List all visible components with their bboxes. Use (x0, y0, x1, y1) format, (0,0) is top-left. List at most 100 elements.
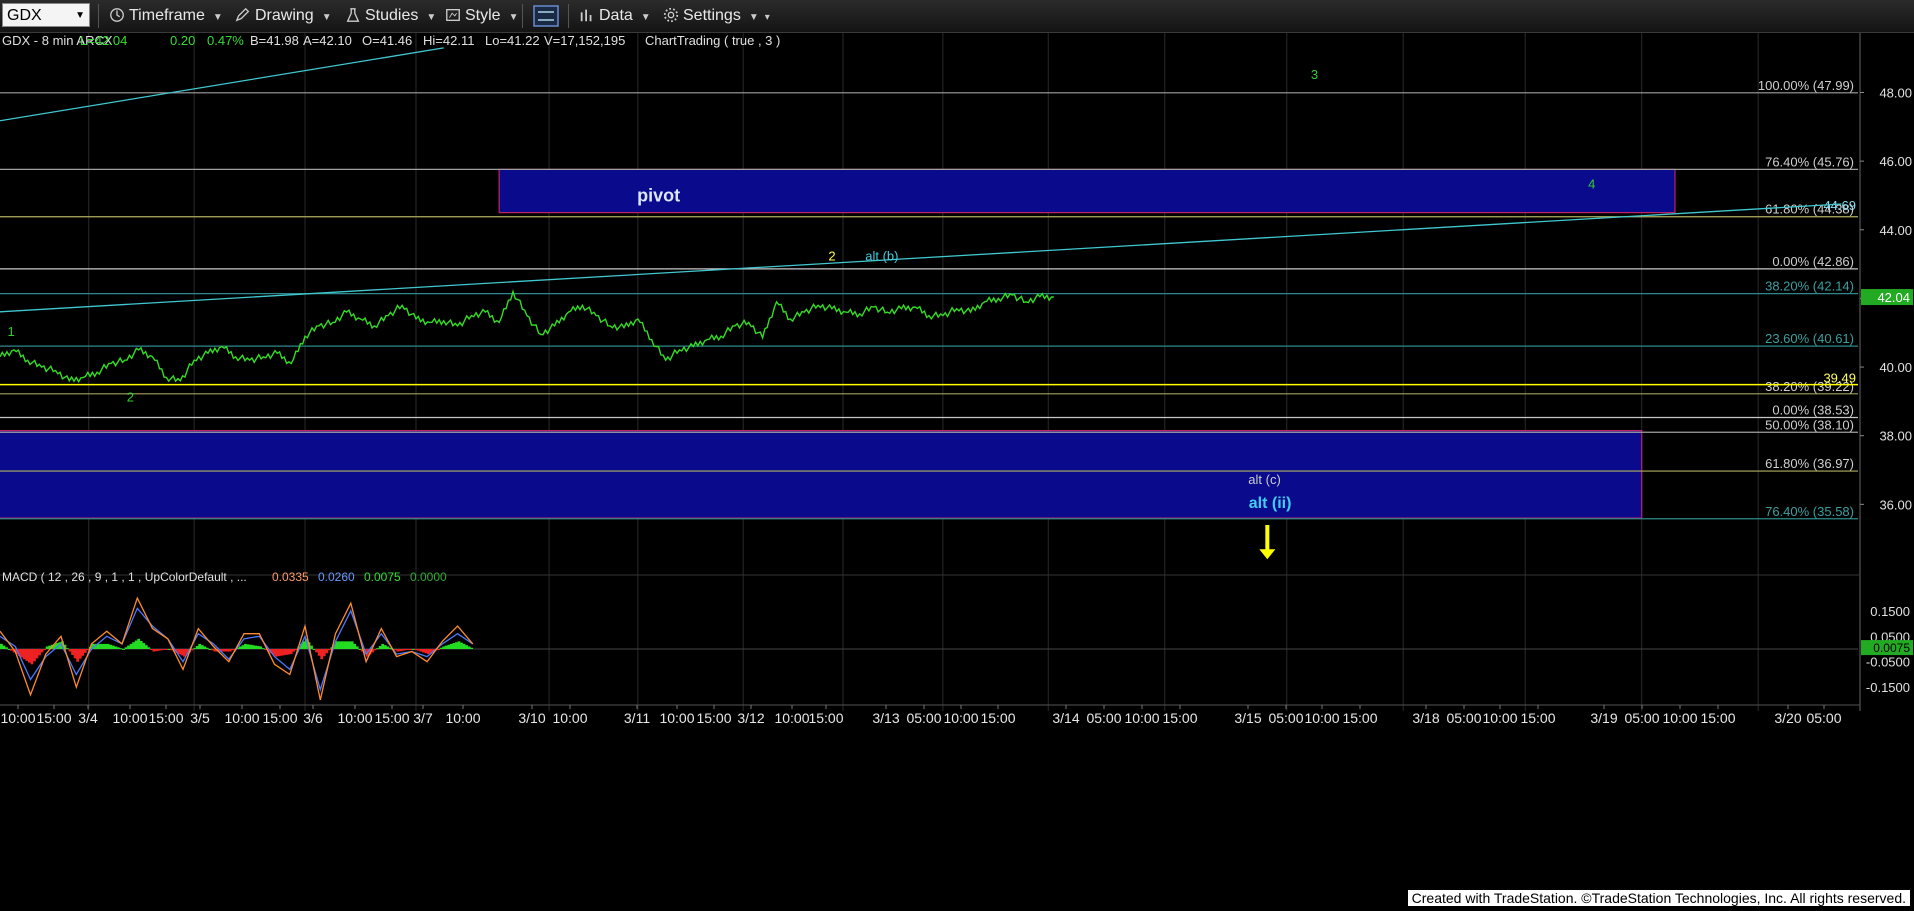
macd-histogram-bar (193, 648, 196, 650)
timeframe-menu[interactable]: Timeframe ▼ (108, 5, 223, 27)
symbol-label: GDX (7, 7, 42, 24)
header-ask: A=42.10 (303, 33, 352, 48)
macd-axis-label: -0.0500 (1866, 655, 1910, 670)
time-axis-label: 05:00 (1268, 710, 1303, 726)
time-axis-label: 05:00 (1624, 710, 1659, 726)
time-axis-label: 15:00 (1520, 710, 1555, 726)
style-menu[interactable]: Style ▼ (444, 5, 518, 27)
macd-histogram-bar (277, 649, 280, 657)
time-axis-label: 10:00 (1304, 710, 1339, 726)
macd-histogram-bar (119, 648, 123, 650)
copyright-footer: Created with TradeStation. ©TradeStation… (1407, 890, 1910, 906)
data-menu[interactable]: Data ▼ (578, 5, 651, 27)
fib-level-label: 50.00% (38.10) (1765, 417, 1854, 432)
macd-histogram-bar (401, 649, 405, 651)
macd-histogram-bar (27, 649, 31, 663)
wave-label: 2 (828, 249, 835, 264)
settings-menu[interactable]: Settings ▼ ▾ (662, 5, 770, 27)
time-axis-label: 10:00 (943, 710, 978, 726)
macd-histogram-bar (287, 649, 291, 655)
chevron-down-icon: ▼ (426, 12, 437, 23)
macd-histogram-bar (404, 649, 407, 651)
macd-histogram-bar (106, 643, 110, 649)
macd-histogram-bar (310, 645, 313, 649)
time-axis-label: 10:00 (112, 710, 147, 726)
macd-histogram-bar (427, 649, 430, 655)
time-axis-label: 10:00 (774, 710, 809, 726)
macd-histogram-bar (343, 641, 346, 649)
macd-histogram-bar (7, 649, 11, 650)
bar-chart-icon (580, 9, 592, 22)
macd-histogram-bar (442, 646, 446, 649)
symbol-selector[interactable]: GDX ▼ (2, 3, 90, 27)
clock-icon (110, 8, 124, 22)
macd-histogram-bar (261, 648, 265, 650)
macd-histogram-bar (282, 649, 285, 656)
time-axis-label: 15:00 (36, 710, 71, 726)
macd-histogram-bar (177, 649, 181, 655)
macd-histogram-bar (327, 649, 331, 651)
macd-histogram-bar (345, 641, 349, 649)
time-axis-label: 15:00 (808, 710, 843, 726)
layout-button[interactable] (532, 4, 560, 27)
macd-histogram-bar (25, 649, 29, 661)
time-axis-label: 10:00 (1662, 710, 1697, 726)
macd-histogram-bar (256, 646, 260, 649)
price-axis-label: 40.00 (1879, 360, 1912, 375)
chevron-down-icon: ▼ (321, 12, 332, 23)
macd-histogram-bar (292, 649, 296, 652)
macd-header-v3: 0.0075 (364, 570, 401, 584)
macd-histogram-bar (101, 643, 105, 649)
fib-level-label: 0.00% (42.86) (1772, 254, 1854, 269)
macd-histogram-bar (284, 649, 288, 655)
toolbar-divider (98, 4, 99, 28)
time-axis-label: 15:00 (148, 710, 183, 726)
style-icon (446, 9, 460, 21)
macd-histogram-bar (409, 649, 413, 650)
more-icon: ▾ (764, 12, 770, 23)
macd-histogram-bar (238, 646, 242, 649)
trendline-value-label: 44.69 (1823, 198, 1856, 213)
macd-histogram-bar (289, 649, 293, 655)
chevron-down-icon: ▼ (508, 12, 519, 23)
macd-histogram-bar (116, 647, 120, 649)
date-axis-label: 3/14 (1052, 710, 1079, 726)
macd-header-v2: 0.0260 (318, 570, 355, 584)
date-axis-label: 3/13 (872, 710, 899, 726)
macd-histogram-bar (414, 649, 418, 650)
macd-histogram-bar (73, 649, 77, 659)
macd-histogram-bar (411, 649, 415, 650)
macd-histogram-bar (45, 646, 49, 649)
macd-histogram-bar (251, 645, 255, 649)
data-label: Data (599, 7, 633, 24)
fib-level-label: 61.80% (36.97) (1765, 456, 1854, 471)
drawing-menu[interactable]: Drawing ▼ (234, 5, 332, 27)
macd-histogram-bar (340, 641, 344, 649)
price-axis-label: 48.00 (1879, 85, 1912, 100)
macd-histogram-bar (383, 645, 387, 649)
yellow-level-label: 39.49 (1823, 371, 1856, 386)
macd-histogram-bar (223, 649, 227, 652)
chevron-down-icon: ▼ (212, 12, 223, 23)
header-change-pct: 0.47% (207, 33, 244, 48)
studies-menu[interactable]: Studies ▼ (344, 5, 436, 27)
macd-axis-label: -0.1500 (1866, 680, 1910, 695)
fib-level-label: 76.40% (35.58) (1765, 504, 1854, 519)
last-price-label: 42.04 (1877, 290, 1910, 305)
macd-histogram-bar (71, 649, 74, 655)
macd-histogram-bar (470, 647, 474, 649)
time-axis-label: 15:00 (374, 710, 409, 726)
time-axis-label: 10:00 (337, 710, 372, 726)
header-high: Hi=42.11 (423, 33, 474, 48)
fib-level-label: 100.00% (47.99) (1758, 78, 1854, 93)
macd-histogram-bar (10, 649, 13, 651)
macd-last-label: 0.0075 (1873, 641, 1910, 655)
macd-histogram-bar (378, 646, 382, 649)
macd-histogram-bar (137, 638, 141, 649)
macd-histogram-bar (162, 649, 166, 650)
chart-area[interactable]: GDX - 8 min ARCX L=42.04 0.20 0.47% B=41.98 A… (0, 33, 1914, 906)
price-axis-label: 44.00 (1879, 223, 1912, 238)
macd-histogram-bar (109, 644, 113, 649)
price-chart[interactable]: GDX - 8 min ARCXL=42.04 0.20 0.47% B=41.98 A… (0, 33, 1914, 906)
macd-histogram-bar (406, 649, 410, 650)
